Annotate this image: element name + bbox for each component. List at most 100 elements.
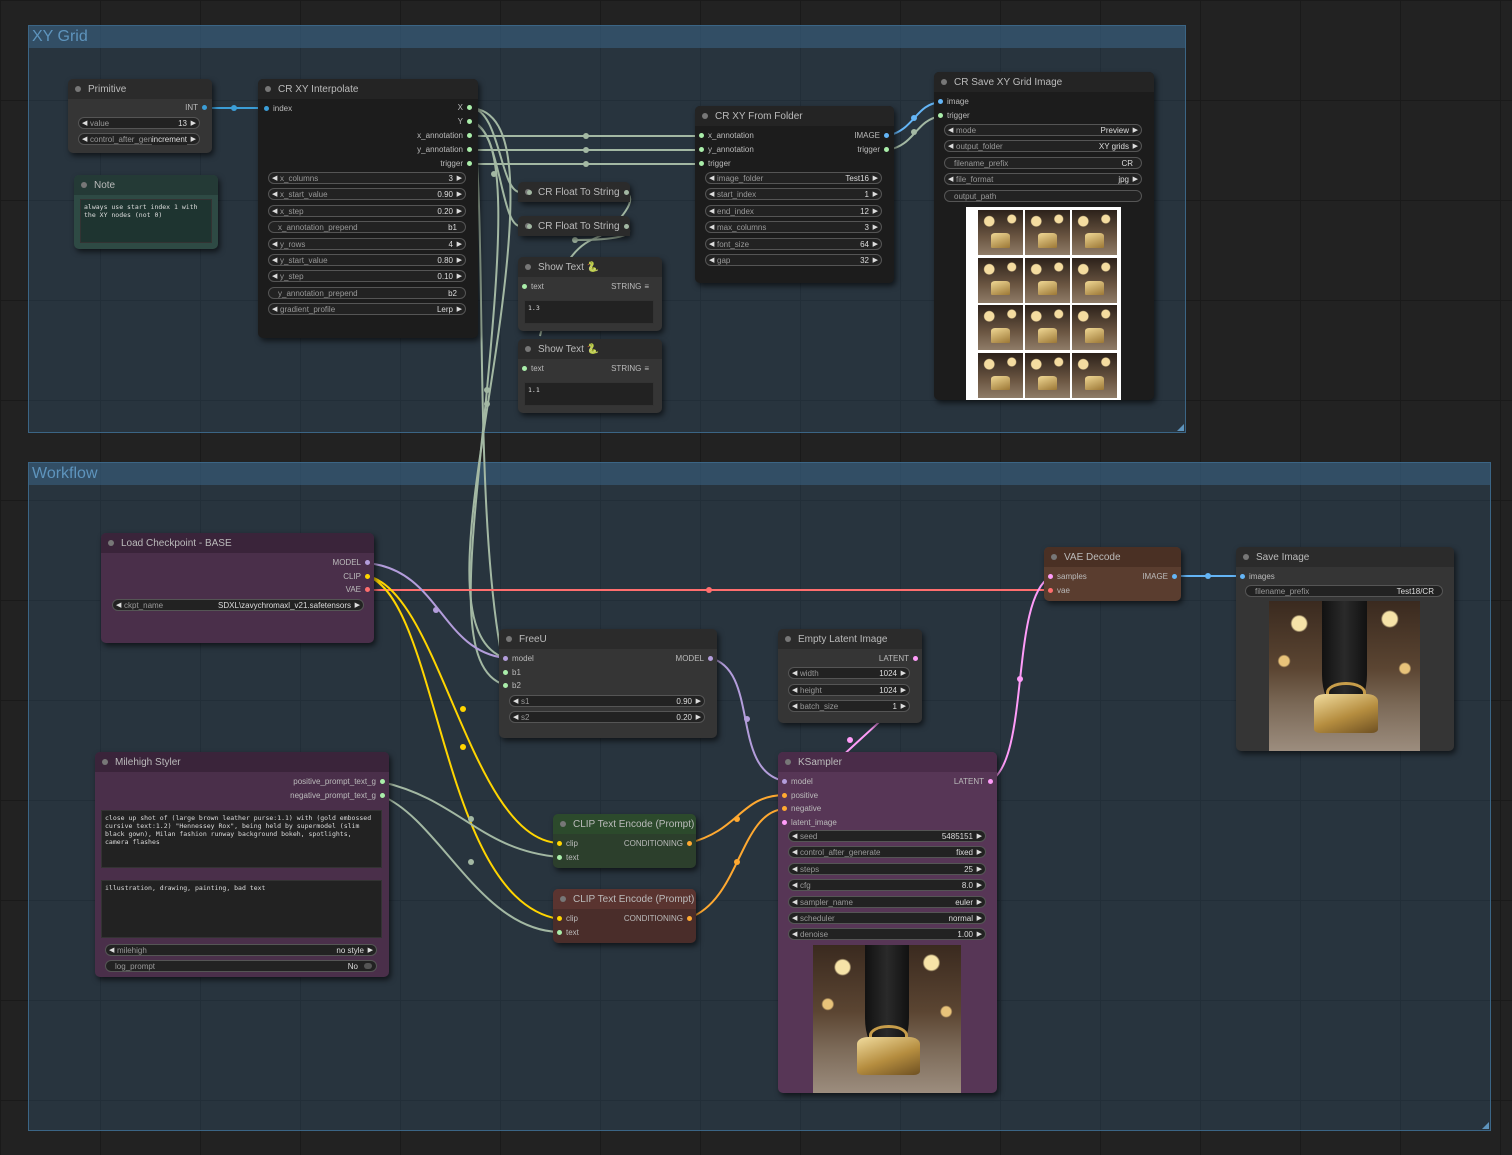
decrement-arrow[interactable]: ◀ bbox=[272, 255, 277, 266]
increment-arrow[interactable]: ▶ bbox=[457, 239, 462, 250]
output-model[interactable]: MODEL bbox=[333, 557, 370, 569]
input-dot[interactable] bbox=[503, 656, 508, 661]
decrement-arrow[interactable]: ◀ bbox=[272, 239, 277, 250]
increment-arrow[interactable]: ▶ bbox=[901, 685, 906, 696]
output-dot[interactable] bbox=[365, 560, 370, 565]
scheduler-widget[interactable]: ◀ scheduler normal ▶ bbox=[788, 912, 986, 924]
decrement-arrow[interactable]: ◀ bbox=[709, 206, 714, 217]
input-dot[interactable] bbox=[782, 792, 787, 798]
increment-arrow[interactable]: ▶ bbox=[977, 864, 982, 875]
input-dot[interactable] bbox=[699, 161, 704, 166]
node-save-xy-grid[interactable]: CR Save XY Grid Image image trigger ◀ mode P… bbox=[934, 72, 1154, 400]
input-dot[interactable] bbox=[782, 779, 787, 784]
end-index-widget[interactable]: ◀ end_index 12 ▶ bbox=[705, 204, 882, 217]
decrement-arrow[interactable]: ◀ bbox=[792, 897, 797, 908]
resize-handle[interactable] bbox=[1177, 424, 1184, 431]
node-title[interactable]: Note bbox=[74, 175, 218, 195]
node-title[interactable]: Show Text 🐍 bbox=[518, 339, 662, 359]
y-start-value-widget[interactable]: ◀ y_start_value 0.80 ▶ bbox=[268, 254, 466, 266]
output-dot[interactable] bbox=[467, 147, 472, 152]
input-clip[interactable]: clip bbox=[557, 838, 578, 850]
input-index[interactable]: index bbox=[264, 103, 292, 115]
node-show-text-2[interactable]: Show Text 🐍 text STRING ≡ 1.1 bbox=[518, 339, 662, 413]
input-dot[interactable] bbox=[782, 806, 787, 812]
x-annotation-prepend-widget[interactable]: x_annotation_prepend b1 bbox=[268, 221, 466, 234]
input-dot[interactable] bbox=[522, 366, 527, 371]
input-text[interactable]: text bbox=[557, 927, 579, 939]
output-dot[interactable] bbox=[467, 161, 472, 166]
output-trigger[interactable]: trigger bbox=[857, 144, 889, 156]
node-title[interactable]: KSampler bbox=[778, 752, 997, 772]
output-dot[interactable] bbox=[988, 779, 993, 784]
node-xy-from-folder[interactable]: CR XY From Folder x_annotation y_annotati… bbox=[695, 106, 894, 283]
increment-arrow[interactable]: ▶ bbox=[355, 600, 360, 611]
decrement-arrow[interactable]: ◀ bbox=[792, 880, 797, 891]
cfg-widget[interactable]: ◀ cfg 8.0 ▶ bbox=[788, 879, 986, 892]
width-widget[interactable]: ◀ width 1024 ▶ bbox=[788, 667, 910, 679]
input-dot[interactable] bbox=[938, 99, 943, 104]
node-show-text-1[interactable]: Show Text 🐍 text STRING ≡ 1.3 bbox=[518, 257, 662, 331]
node-title[interactable]: CR Float To String bbox=[518, 182, 630, 202]
output-dot[interactable] bbox=[884, 147, 889, 152]
input-negative[interactable]: negative bbox=[782, 803, 821, 815]
node-float-to-string-1[interactable]: CR Float To String bbox=[518, 182, 630, 202]
file-format-widget[interactable]: ◀ file_format jpg ▶ bbox=[944, 173, 1142, 186]
font-size-widget[interactable]: ◀ font_size 64 ▶ bbox=[705, 237, 882, 250]
increment-arrow[interactable]: ▶ bbox=[873, 255, 878, 266]
decrement-arrow[interactable]: ◀ bbox=[792, 913, 797, 924]
decrement-arrow[interactable]: ◀ bbox=[792, 929, 797, 940]
input-image[interactable]: image bbox=[938, 96, 969, 108]
output-trigger[interactable]: trigger bbox=[440, 158, 472, 170]
max-columns-widget[interactable]: ◀ max_columns 3 ▶ bbox=[705, 221, 882, 234]
increment-arrow[interactable]: ▶ bbox=[457, 206, 462, 217]
node-vae-decode[interactable]: VAE Decode samples vae IMAGE bbox=[1044, 547, 1181, 601]
increment-arrow[interactable]: ▶ bbox=[977, 913, 982, 924]
resize-handle[interactable] bbox=[1482, 1122, 1489, 1129]
x-step-widget[interactable]: ◀ x_step 0.20 ▶ bbox=[268, 204, 466, 217]
increment-arrow[interactable]: ▶ bbox=[457, 255, 462, 266]
input-dot[interactable] bbox=[782, 820, 787, 826]
input-text[interactable]: text bbox=[522, 363, 544, 375]
node-load-checkpoint[interactable]: Load Checkpoint - BASE ◀ ckpt_name SDXL\… bbox=[101, 533, 374, 643]
decrement-arrow[interactable]: ◀ bbox=[948, 141, 953, 152]
input-dot[interactable] bbox=[699, 133, 704, 138]
node-ksampler[interactable]: KSampler LATENT model positive negative lat… bbox=[778, 752, 997, 1093]
node-note[interactable]: Note always use start index 1 with the X… bbox=[74, 175, 218, 249]
node-xy-interpolate[interactable]: CR XY Interpolate index X Yx_annotation y_… bbox=[258, 79, 478, 338]
input-model[interactable]: model bbox=[782, 776, 813, 788]
input-dot[interactable] bbox=[699, 147, 704, 152]
s1-widget[interactable]: ◀ s1 0.90 ▶ bbox=[509, 695, 705, 707]
input-b2[interactable]: b2 bbox=[503, 680, 521, 692]
decrement-arrow[interactable]: ◀ bbox=[109, 945, 114, 956]
milehigh-widget[interactable]: ◀ milehigh no style ▶ bbox=[105, 944, 377, 956]
output-dot[interactable] bbox=[708, 656, 713, 661]
increment-arrow[interactable]: ▶ bbox=[1133, 125, 1138, 136]
node-clip-text-encode-negative[interactable]: CLIP Text Encode (Prompt) clip text COND… bbox=[553, 889, 696, 943]
output-dot[interactable] bbox=[380, 793, 385, 798]
input-dot[interactable] bbox=[1048, 574, 1053, 579]
increment-arrow[interactable]: ▶ bbox=[977, 897, 982, 908]
output-x[interactable]: X bbox=[458, 102, 472, 114]
node-milehigh-styler[interactable]: Milehigh Styler positive_prompt_text_g n… bbox=[95, 752, 389, 977]
denoise-widget[interactable]: ◀ denoise 1.00 ▶ bbox=[788, 928, 986, 941]
output-dot[interactable] bbox=[624, 190, 629, 195]
output-image[interactable]: IMAGE bbox=[854, 130, 889, 142]
decrement-arrow[interactable]: ◀ bbox=[709, 173, 714, 184]
filename-prefix-widget[interactable]: filename_prefix CR bbox=[944, 156, 1142, 169]
show-text-value[interactable]: 1.1 bbox=[524, 382, 654, 406]
increment-arrow[interactable]: ▶ bbox=[457, 271, 462, 282]
node-title[interactable]: Empty Latent Image bbox=[778, 629, 922, 649]
negative-prompt-textarea[interactable]: illustration, drawing, painting, bad tex… bbox=[101, 880, 382, 938]
increment-arrow[interactable]: ▶ bbox=[977, 929, 982, 940]
decrement-arrow[interactable]: ◀ bbox=[948, 174, 953, 185]
input-x-annotation[interactable]: x_annotation bbox=[699, 130, 754, 142]
x-start-value-widget[interactable]: ◀ x_start_value 0.90 ▶ bbox=[268, 188, 466, 201]
decrement-arrow[interactable]: ◀ bbox=[792, 668, 797, 679]
input-dot[interactable] bbox=[503, 669, 508, 675]
toggle-indicator[interactable] bbox=[364, 963, 372, 969]
output-path-widget[interactable]: output_path bbox=[944, 189, 1142, 202]
decrement-arrow[interactable]: ◀ bbox=[513, 696, 518, 707]
input-dot[interactable] bbox=[527, 190, 532, 195]
increment-arrow[interactable]: ▶ bbox=[696, 712, 701, 723]
input-dot[interactable] bbox=[938, 113, 943, 118]
